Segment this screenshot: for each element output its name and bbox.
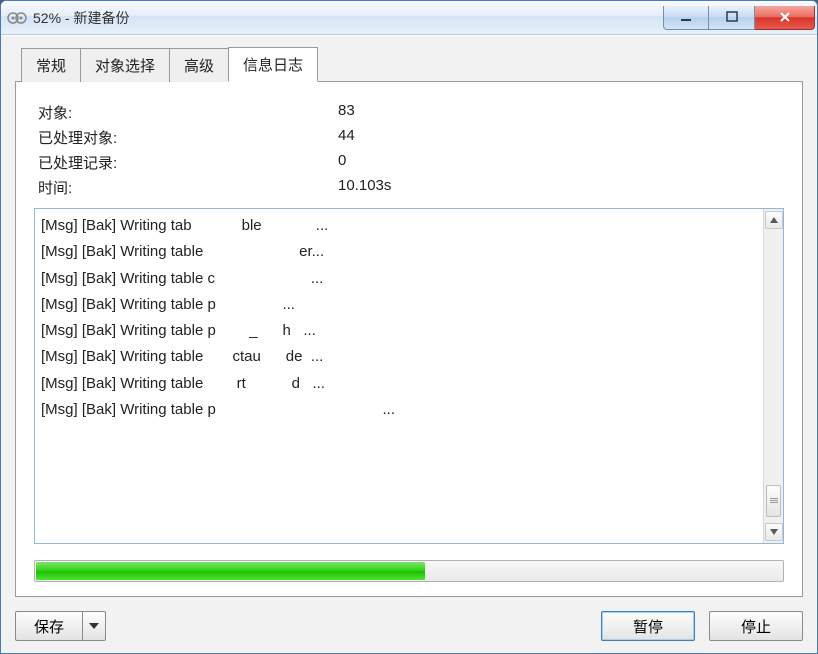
bottom-button-bar: 保存 暂停 停止 [15,611,803,641]
save-split-button[interactable]: 保存 [15,611,106,641]
processed-records-value: 0 [338,152,784,173]
objects-label: 对象: [38,102,338,123]
close-button[interactable] [755,6,815,30]
stats-grid: 对象: 83 已处理对象: 44 已处理记录: 0 时间: 10.103s [34,102,784,198]
scroll-track[interactable] [764,231,783,521]
objects-value: 83 [338,102,784,123]
scroll-down-icon[interactable] [765,523,783,541]
window-controls [663,6,815,30]
minimize-button[interactable] [663,6,709,30]
client-area: 常规 对象选择 高级 信息日志 对象: 83 已处理对象: 44 已处理记录: … [1,35,817,653]
tab-info-log[interactable]: 信息日志 [228,47,318,82]
tabstrip: 常规 对象选择 高级 信息日志 [21,46,803,81]
app-icon [7,10,27,26]
save-button[interactable]: 保存 [16,612,83,640]
stop-button[interactable]: 停止 [709,611,803,641]
progress-fill [36,562,425,580]
backup-progress-window: 52% - 新建备份 常规 对象选择 高级 信息日志 [0,0,818,654]
scroll-up-icon[interactable] [765,211,783,229]
processed-records-label: 已处理记录: [38,152,338,173]
tabpage-info-log: 对象: 83 已处理对象: 44 已处理记录: 0 时间: 10.103s [M… [15,81,803,597]
titlebar[interactable]: 52% - 新建备份 [1,1,817,35]
log-content: [Msg] [Bak] Writing tab ble ... [Msg] [B… [35,209,763,543]
time-value: 10.103s [338,177,784,198]
save-dropdown-arrow[interactable] [83,612,105,640]
time-label: 时间: [38,177,338,198]
log-textarea[interactable]: [Msg] [Bak] Writing tab ble ... [Msg] [B… [34,208,784,544]
processed-objects-label: 已处理对象: [38,127,338,148]
log-scrollbar[interactable] [763,209,783,543]
tab-object-select[interactable]: 对象选择 [80,48,170,82]
maximize-button[interactable] [709,6,755,30]
scroll-thumb[interactable] [766,485,781,517]
tab-advanced[interactable]: 高级 [169,48,229,82]
tab-general[interactable]: 常规 [21,48,81,82]
processed-objects-value: 44 [338,127,784,148]
pause-button[interactable]: 暂停 [601,611,695,641]
progress-bar [34,560,784,582]
window-title: 52% - 新建备份 [33,8,129,28]
